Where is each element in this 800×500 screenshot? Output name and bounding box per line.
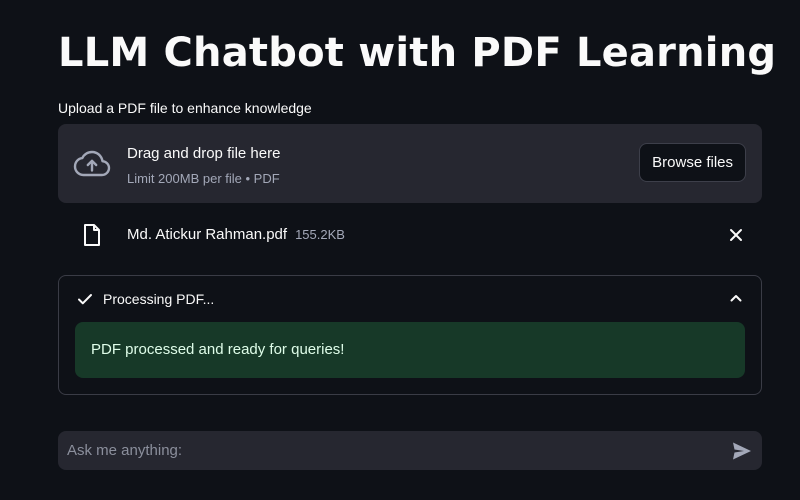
processing-status-expander: Processing PDF... PDF processed and read… <box>58 275 762 395</box>
status-expander-header[interactable]: Processing PDF... <box>59 276 761 322</box>
remove-file-button[interactable] <box>724 223 748 247</box>
send-icon <box>733 442 751 460</box>
dropzone-title: Drag and drop file here <box>127 145 281 162</box>
send-button[interactable] <box>730 439 754 463</box>
uploaded-file-name: Md. Atickur Rahman.pdf 155.2KB <box>127 226 345 243</box>
success-message: PDF processed and ready for queries! <box>91 341 345 358</box>
status-label: Processing PDF... <box>103 291 215 307</box>
success-alert: PDF processed and ready for queries! <box>75 322 745 378</box>
close-icon <box>730 229 742 241</box>
chat-input[interactable] <box>58 431 708 470</box>
browse-files-button[interactable]: Browse files <box>639 143 746 182</box>
page-title: LLM Chatbot with PDF Learning <box>58 30 777 76</box>
check-icon <box>77 291 93 307</box>
uploaded-file-name-text: Md. Atickur Rahman.pdf <box>127 226 288 243</box>
dropzone-limit-text: Limit 200MB per file • PDF <box>127 171 280 186</box>
chevron-up-icon[interactable] <box>729 291 743 305</box>
file-dropzone[interactable]: Drag and drop file here Limit 200MB per … <box>58 124 762 203</box>
chat-input-container <box>58 431 762 470</box>
uploaded-file-item: Md. Atickur Rahman.pdf 155.2KB <box>58 214 762 256</box>
upload-label: Upload a PDF file to enhance knowledge <box>58 100 312 116</box>
uploaded-file-size: 155.2KB <box>295 227 345 242</box>
file-icon <box>82 223 102 247</box>
cloud-upload-icon <box>72 146 112 182</box>
